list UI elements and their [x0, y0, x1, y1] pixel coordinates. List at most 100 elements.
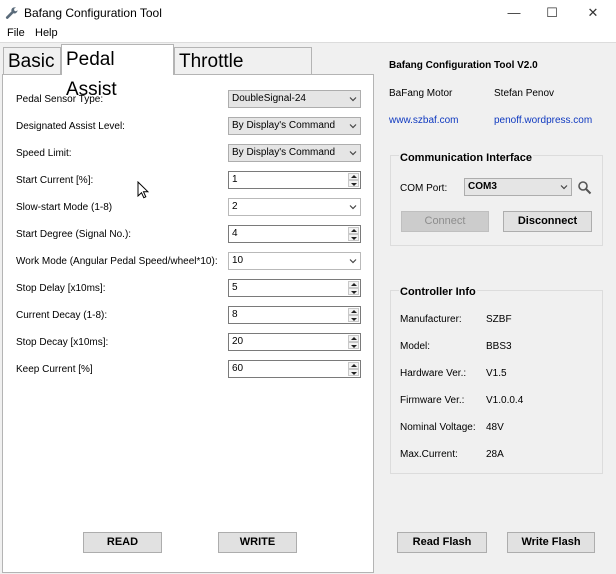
stop-decay-label: Stop Decay [x10ms]:: [16, 337, 109, 348]
window-title: Bafang Configuration Tool: [24, 6, 162, 20]
spin-buttons: [348, 281, 359, 295]
keep-current-value: 60: [232, 363, 244, 374]
pedal-sensor-type-value: DoubleSignal-24: [232, 93, 306, 104]
designated-assist-level-value: By Display's Command: [232, 120, 336, 131]
maximize-button[interactable]: ☐: [529, 0, 575, 26]
work-mode-label: Work Mode (Angular Pedal Speed/wheel*10)…: [16, 256, 218, 267]
menu-bar: File Help: [0, 26, 616, 42]
spin-down-button[interactable]: [348, 234, 359, 241]
wrench-app-icon: [5, 7, 18, 19]
spin-down-button[interactable]: [348, 180, 359, 187]
stop-delay-label: Stop Delay [x10ms]:: [16, 283, 106, 294]
spin-up-button[interactable]: [348, 308, 359, 315]
designated-assist-level-label: Designated Assist Level:: [16, 121, 125, 132]
com-port-label: COM Port:: [400, 183, 448, 194]
max-current-value: 28A: [486, 449, 504, 460]
search-icon[interactable]: [577, 180, 592, 195]
spin-down-button[interactable]: [348, 369, 359, 376]
communication-group: Communication Interface COM Port: COM3 C…: [390, 152, 603, 246]
menu-file[interactable]: File: [7, 27, 25, 39]
client-area: Basic Pedal Assist Throttle Handle Pedal…: [0, 42, 616, 574]
model-label: Model:: [400, 341, 431, 352]
write-flash-button[interactable]: Write Flash: [507, 532, 595, 553]
start-current-label: Start Current [%]:: [16, 175, 94, 186]
spin-up-button[interactable]: [348, 281, 359, 288]
manufacturer-value: SZBF: [486, 314, 512, 325]
controller-info-title: Controller Info: [399, 286, 477, 298]
start-degree-value: 4: [232, 228, 238, 239]
work-mode-value: 10: [232, 255, 244, 266]
stop-decay-spinner[interactable]: 20: [228, 333, 361, 351]
chevron-down-icon: [560, 185, 568, 190]
spin-buttons: [348, 227, 359, 241]
speed-limit-select[interactable]: By Display's Command: [228, 144, 361, 162]
keep-current-label: Keep Current [%]: [16, 364, 93, 375]
spin-down-button[interactable]: [348, 288, 359, 295]
connect-button[interactable]: Connect: [401, 211, 489, 232]
tab-throttle-handle[interactable]: Throttle Handle: [174, 47, 312, 99]
hardware-version-value: V1.5: [486, 368, 507, 379]
com-port-select[interactable]: COM3: [464, 178, 572, 196]
spin-down-button[interactable]: [348, 315, 359, 322]
pedal-assist-panel: Pedal Sensor Type: DoubleSignal-24 Desig…: [2, 74, 374, 573]
firmware-version-label: Firmware Ver.:: [400, 395, 465, 406]
max-current-label: Max.Current:: [400, 449, 458, 460]
slow-start-mode-select[interactable]: 2: [228, 198, 361, 216]
nominal-voltage-label: Nominal Voltage:: [400, 422, 476, 433]
slow-start-mode-value: 2: [232, 201, 238, 212]
start-degree-label: Start Degree (Signal No.):: [16, 229, 132, 240]
chevron-down-icon: [349, 151, 357, 156]
app-version-heading: Bafang Configuration Tool V2.0: [389, 60, 538, 71]
spin-down-button[interactable]: [348, 342, 359, 349]
chevron-down-icon: [349, 205, 357, 210]
close-button[interactable]: ✕: [570, 0, 616, 26]
title-bar: Bafang Configuration Tool — ☐ ✕: [0, 0, 616, 26]
chevron-down-icon: [349, 97, 357, 102]
read-flash-button[interactable]: Read Flash: [397, 532, 487, 553]
manufacturer-label: Manufacturer:: [400, 314, 462, 325]
firmware-version-value: V1.0.0.4: [486, 395, 524, 406]
vendor-name: BaFang Motor: [389, 88, 453, 99]
spin-up-button[interactable]: [348, 362, 359, 369]
work-mode-select[interactable]: 10: [228, 252, 361, 270]
com-port-value: COM3: [468, 181, 497, 192]
controller-info-group: Controller Info Manufacturer: SZBF Model…: [390, 286, 603, 474]
disconnect-button[interactable]: Disconnect: [503, 211, 592, 232]
read-button[interactable]: READ: [83, 532, 162, 553]
chevron-down-icon: [349, 259, 357, 264]
nominal-voltage-value: 48V: [486, 422, 504, 433]
model-value: BBS3: [486, 341, 512, 352]
menu-help[interactable]: Help: [35, 27, 58, 39]
chevron-down-icon: [349, 124, 357, 129]
author-name: Stefan Penov: [494, 88, 555, 99]
stop-delay-value: 5: [232, 282, 238, 293]
designated-assist-level-select[interactable]: By Display's Command: [228, 117, 361, 135]
start-current-spinner[interactable]: 1: [228, 171, 361, 189]
start-degree-spinner[interactable]: 4: [228, 225, 361, 243]
stop-delay-spinner[interactable]: 5: [228, 279, 361, 297]
tab-pedal-assist[interactable]: Pedal Assist: [61, 44, 174, 100]
slow-start-mode-label: Slow-start Mode (1-8): [16, 202, 113, 213]
write-button[interactable]: WRITE: [218, 532, 297, 553]
hardware-version-label: Hardware Ver.:: [400, 368, 467, 379]
mouse-pointer-icon: [137, 181, 149, 199]
keep-current-spinner[interactable]: 60: [228, 360, 361, 378]
spin-buttons: [348, 308, 359, 322]
author-link[interactable]: penoff.wordpress.com: [494, 115, 592, 126]
start-current-value: 1: [232, 174, 238, 185]
current-decay-label: Current Decay (1-8):: [16, 310, 108, 321]
speed-limit-value: By Display's Command: [232, 147, 336, 158]
tab-basic[interactable]: Basic: [3, 47, 61, 74]
stop-decay-value: 20: [232, 336, 244, 347]
spin-up-button[interactable]: [348, 227, 359, 234]
current-decay-spinner[interactable]: 8: [228, 306, 361, 324]
spin-up-button[interactable]: [348, 335, 359, 342]
vendor-link[interactable]: www.szbaf.com: [389, 115, 458, 126]
speed-limit-label: Speed Limit:: [16, 148, 72, 159]
spin-buttons: [348, 362, 359, 376]
spin-up-button[interactable]: [348, 173, 359, 180]
pedal-sensor-type-select[interactable]: DoubleSignal-24: [228, 90, 361, 108]
current-decay-value: 8: [232, 309, 238, 320]
spin-buttons: [348, 335, 359, 349]
spin-buttons: [348, 173, 359, 187]
